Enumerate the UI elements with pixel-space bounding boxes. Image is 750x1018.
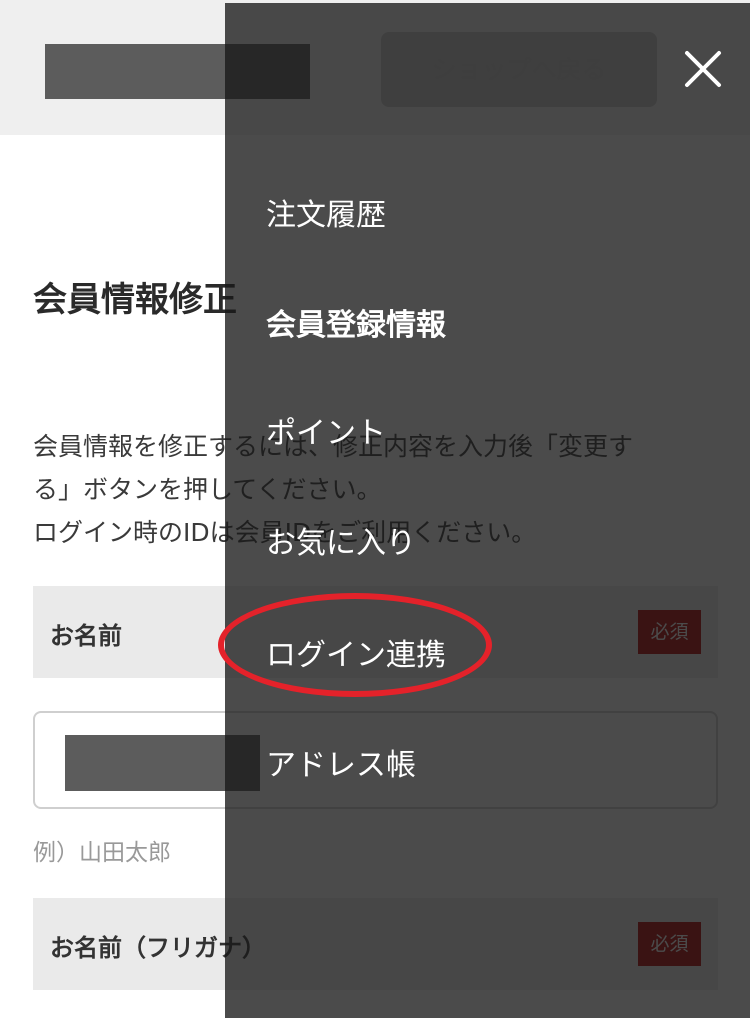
menu-item-points[interactable]: ポイント — [266, 408, 386, 452]
menu-item-favorites[interactable]: お気に入り — [266, 518, 416, 562]
name-hint: 例）山田太郎 — [33, 840, 171, 866]
menu-item-member-info[interactable]: 会員登録情報 — [266, 300, 446, 344]
menu-item-address-book[interactable]: アドレス帳 — [266, 740, 416, 784]
highlight-ring — [218, 593, 492, 697]
close-icon[interactable] — [681, 47, 725, 91]
back-to-shop-button[interactable]: ショップへ戻る — [381, 32, 657, 107]
menu-overlay: ショップへ戻る 注文履歴 会員登録情報 ポイント お気に入り ログイン連携 アド… — [225, 3, 750, 1018]
name-label: お名前 — [50, 622, 122, 650]
page-title: 会員情報修正 — [33, 280, 237, 320]
menu-item-order-history[interactable]: 注文履歴 — [266, 190, 386, 234]
